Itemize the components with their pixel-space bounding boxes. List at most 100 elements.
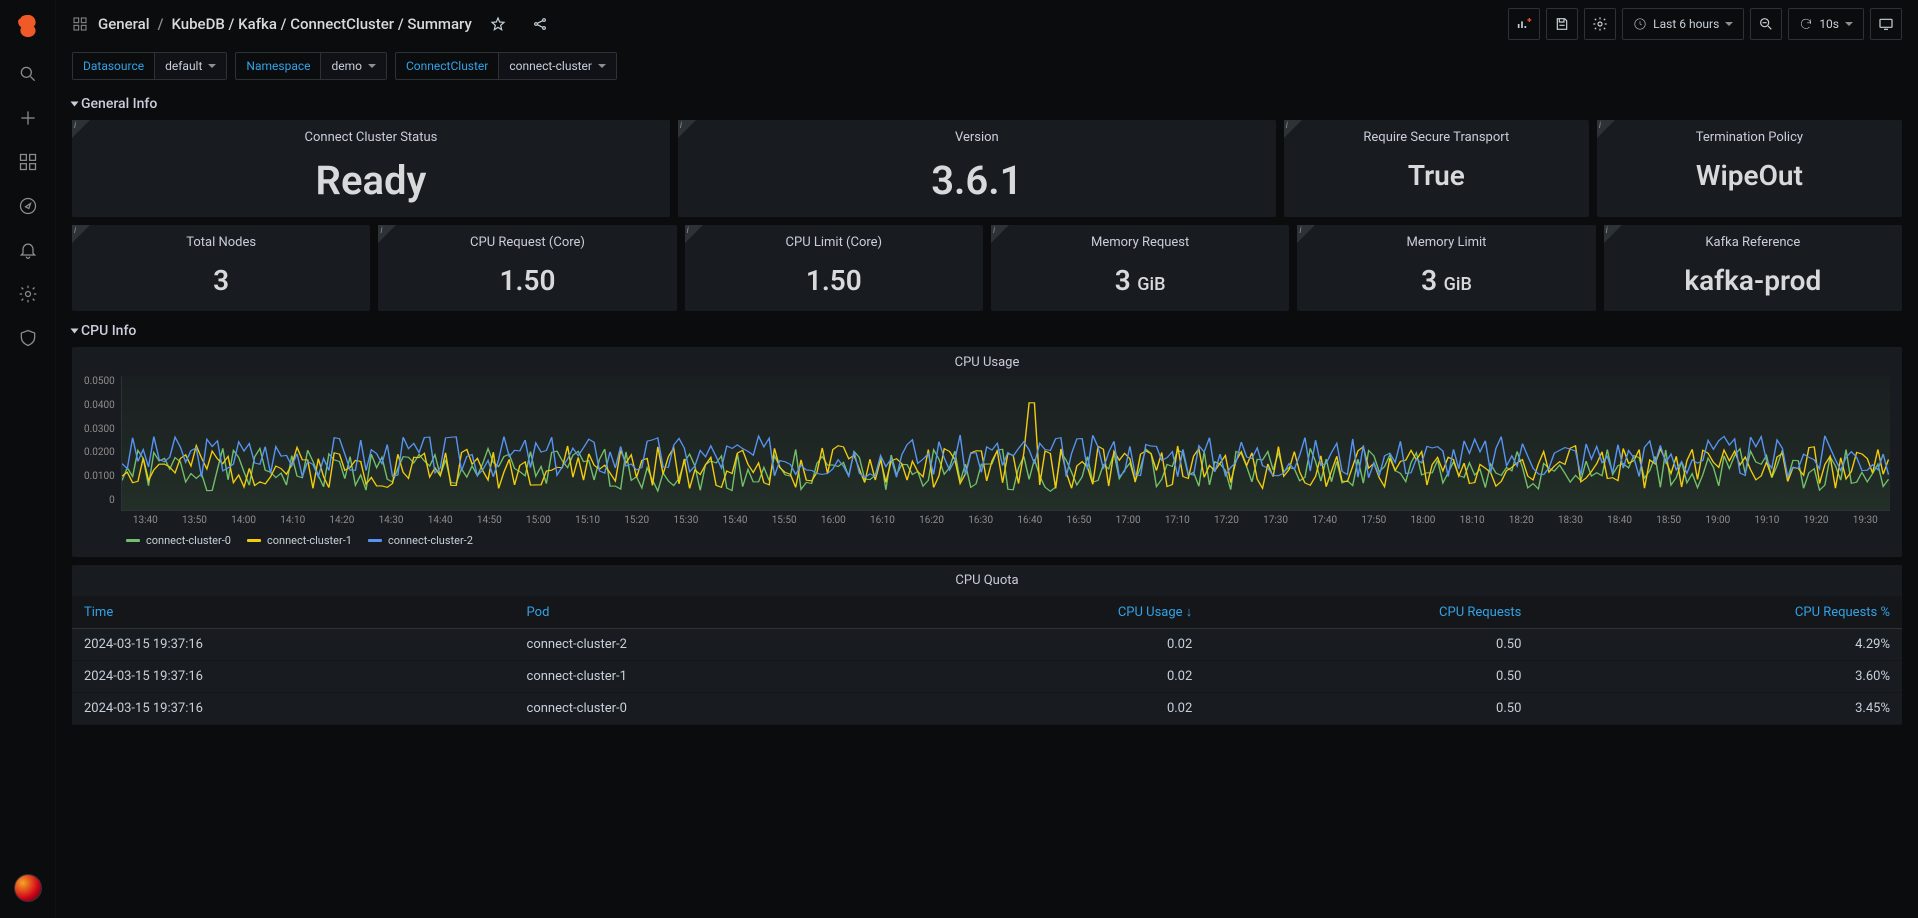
legend-label: connect-cluster-1 <box>267 534 352 547</box>
panel-title: Termination Policy <box>1696 130 1803 145</box>
variable-label: Namespace <box>236 59 320 73</box>
plot-area[interactable] <box>121 376 1890 511</box>
stat-panel[interactable]: Memory Request3 GiB <box>991 225 1289 311</box>
content: General Info Connect Cluster StatusReady… <box>56 92 1918 918</box>
panel-title: Kafka Reference <box>1705 235 1800 250</box>
chevron-down-icon <box>368 64 376 68</box>
refresh-label: 10s <box>1819 17 1839 31</box>
legend-item[interactable]: connect-cluster-0 <box>126 534 231 547</box>
info-icon[interactable] <box>1297 225 1315 243</box>
info-icon[interactable] <box>378 225 396 243</box>
info-icon[interactable] <box>991 225 1009 243</box>
chevron-down-icon <box>598 64 606 68</box>
avatar[interactable] <box>14 874 42 902</box>
zoom-out-icon[interactable] <box>1750 8 1782 40</box>
main: General / KubeDB / Kafka / ConnectCluste… <box>56 0 1918 918</box>
bell-icon[interactable] <box>18 240 38 260</box>
panel-title: CPU Limit (Core) <box>786 235 883 250</box>
breadcrumb-leaf[interactable]: KubeDB / Kafka / ConnectCluster / Summar… <box>171 15 471 33</box>
info-icon[interactable] <box>1284 120 1302 138</box>
info-icon[interactable] <box>72 225 90 243</box>
y-axis: 0.05000.04000.03000.02000.01000 <box>84 376 121 506</box>
table-row[interactable]: 2024-03-15 19:37:16connect-cluster-10.02… <box>72 661 1902 693</box>
section-toggle[interactable]: CPU Info <box>72 319 1902 347</box>
info-icon[interactable] <box>72 120 90 138</box>
chevron-down-icon <box>1725 22 1733 26</box>
info-icon[interactable] <box>678 120 696 138</box>
panel-title: CPU Request (Core) <box>470 235 585 250</box>
table-header[interactable]: CPU Requests % <box>1533 596 1902 629</box>
variable-value[interactable]: demo <box>320 53 386 79</box>
variable-value[interactable]: connect-cluster <box>498 53 616 79</box>
panel-title: CPU Quota <box>72 565 1902 596</box>
stat-panel[interactable]: Memory Limit3 GiB <box>1297 225 1595 311</box>
breadcrumb[interactable]: General / KubeDB / Kafka / ConnectCluste… <box>98 15 472 33</box>
breadcrumb-sep: / <box>158 15 164 33</box>
stat-panel[interactable]: Version3.6.1 <box>678 120 1276 217</box>
panel-title: Connect Cluster Status <box>305 130 438 145</box>
info-icon[interactable] <box>1597 120 1615 138</box>
panel-title: Memory Limit <box>1407 235 1487 250</box>
apps-icon[interactable] <box>72 16 88 32</box>
legend-label: connect-cluster-0 <box>146 534 231 547</box>
table-header[interactable]: CPU Usage <box>900 596 1205 629</box>
table-header[interactable]: Time <box>72 596 515 629</box>
chevron-down-icon <box>208 64 216 68</box>
toolbar: General / KubeDB / Kafka / ConnectCluste… <box>56 0 1918 48</box>
time-range-label: Last 6 hours <box>1653 17 1719 31</box>
sidebar <box>0 0 56 918</box>
info-icon[interactable] <box>1604 225 1622 243</box>
refresh-picker[interactable]: 10s <box>1788 8 1864 40</box>
panel-title: Require Secure Transport <box>1363 130 1509 145</box>
legend-item[interactable]: connect-cluster-1 <box>247 534 352 547</box>
stat-panel[interactable]: Connect Cluster StatusReady <box>72 120 670 217</box>
section-title: CPU Info <box>81 323 136 339</box>
variables-row: Datasourcedefault Namespacedemo ConnectClu… <box>56 48 1918 92</box>
share-icon[interactable] <box>524 8 556 40</box>
panel-title: Memory Request <box>1091 235 1189 250</box>
section-toggle[interactable]: General Info <box>72 92 1902 120</box>
stat-panel[interactable]: CPU Request (Core)1.50 <box>378 225 676 311</box>
settings-icon[interactable] <box>1584 8 1616 40</box>
stat-panel[interactable]: Require Secure TransportTrue <box>1284 120 1589 217</box>
shield-icon[interactable] <box>18 328 38 348</box>
legend-label: connect-cluster-2 <box>388 534 473 547</box>
stat-panel[interactable]: Kafka Referencekafka-prod <box>1604 225 1902 311</box>
chevron-down-icon <box>71 329 79 334</box>
table: TimePodCPU UsageCPU RequestsCPU Requests… <box>72 596 1902 725</box>
table-header[interactable]: CPU Requests <box>1204 596 1533 629</box>
time-range-picker[interactable]: Last 6 hours <box>1622 8 1744 40</box>
section-general: General Info Connect Cluster StatusReady… <box>72 92 1902 311</box>
legend-item[interactable]: connect-cluster-2 <box>368 534 473 547</box>
stat-panel[interactable]: CPU Limit (Core)1.50 <box>685 225 983 311</box>
info-icon[interactable] <box>685 225 703 243</box>
section-cpu: CPU Info CPU Usage 0.05000.04000.03000.0… <box>72 319 1902 725</box>
x-axis: 13:4013:5014:0014:1014:2014:3014:4014:50… <box>121 511 1890 526</box>
plus-icon[interactable] <box>18 108 38 128</box>
panel-title: Version <box>955 130 999 145</box>
cpu-usage-chart[interactable]: CPU Usage 0.05000.04000.03000.02000.0100… <box>72 347 1902 557</box>
stat-panel[interactable]: Total Nodes3 <box>72 225 370 311</box>
chevron-down-icon <box>1845 22 1853 26</box>
dashboards-icon[interactable] <box>18 152 38 172</box>
tv-mode-icon[interactable] <box>1870 8 1902 40</box>
table-header[interactable]: Pod <box>515 596 900 629</box>
legend: connect-cluster-0 connect-cluster-1 connec… <box>84 526 1890 547</box>
gear-icon[interactable] <box>18 284 38 304</box>
variable-datasource: Datasourcedefault <box>72 52 227 80</box>
stat-panel[interactable]: Termination PolicyWipeOut <box>1597 120 1902 217</box>
grafana-logo-icon[interactable] <box>14 12 42 40</box>
star-icon[interactable] <box>482 8 514 40</box>
save-icon[interactable] <box>1546 8 1578 40</box>
table-row[interactable]: 2024-03-15 19:37:16connect-cluster-20.02… <box>72 629 1902 661</box>
variable-label: ConnectCluster <box>396 59 498 73</box>
panel-title: Total Nodes <box>186 235 256 250</box>
section-title: General Info <box>81 96 157 112</box>
chevron-down-icon <box>71 102 79 107</box>
compass-icon[interactable] <box>18 196 38 216</box>
search-icon[interactable] <box>18 64 38 84</box>
add-panel-icon[interactable] <box>1508 8 1540 40</box>
table-row[interactable]: 2024-03-15 19:37:16connect-cluster-00.02… <box>72 693 1902 725</box>
variable-value[interactable]: default <box>154 53 226 79</box>
breadcrumb-root[interactable]: General <box>98 15 150 33</box>
